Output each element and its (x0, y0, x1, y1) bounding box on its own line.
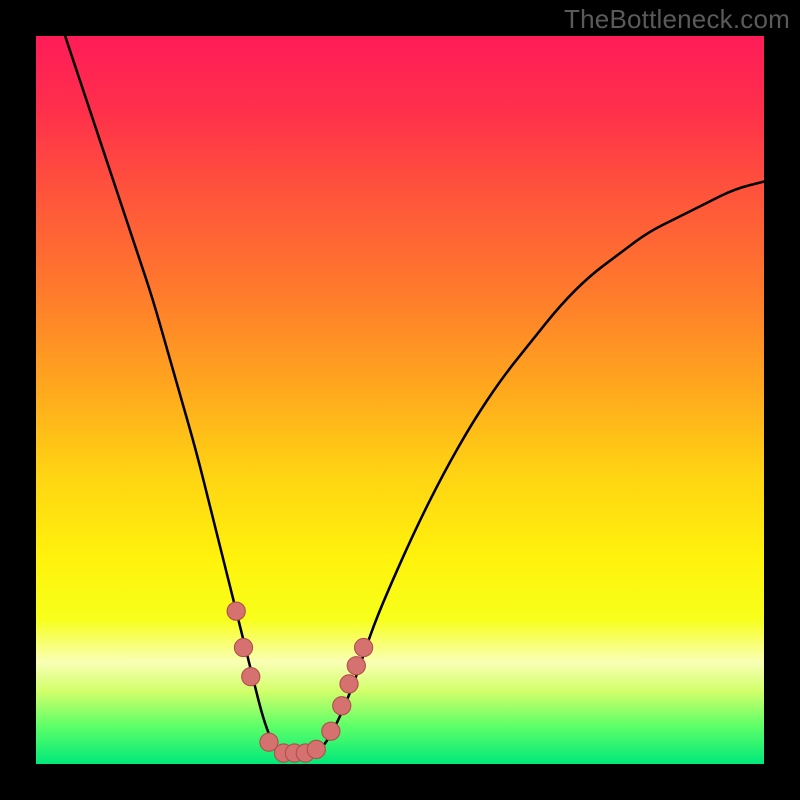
marker-group (227, 602, 373, 762)
curve-marker (333, 697, 351, 715)
plot-area (36, 36, 764, 764)
curve-marker (347, 657, 365, 675)
bottleneck-curve (65, 36, 764, 757)
curve-marker (242, 668, 260, 686)
chart-frame: TheBottleneck.com (0, 0, 800, 800)
watermark-text: TheBottleneck.com (564, 4, 790, 35)
curve-marker (322, 722, 340, 740)
curve-marker (340, 675, 358, 693)
curve-marker (234, 638, 252, 656)
curve-layer (36, 36, 764, 764)
curve-marker (307, 740, 325, 758)
curve-marker (227, 602, 245, 620)
curve-marker (355, 638, 373, 656)
